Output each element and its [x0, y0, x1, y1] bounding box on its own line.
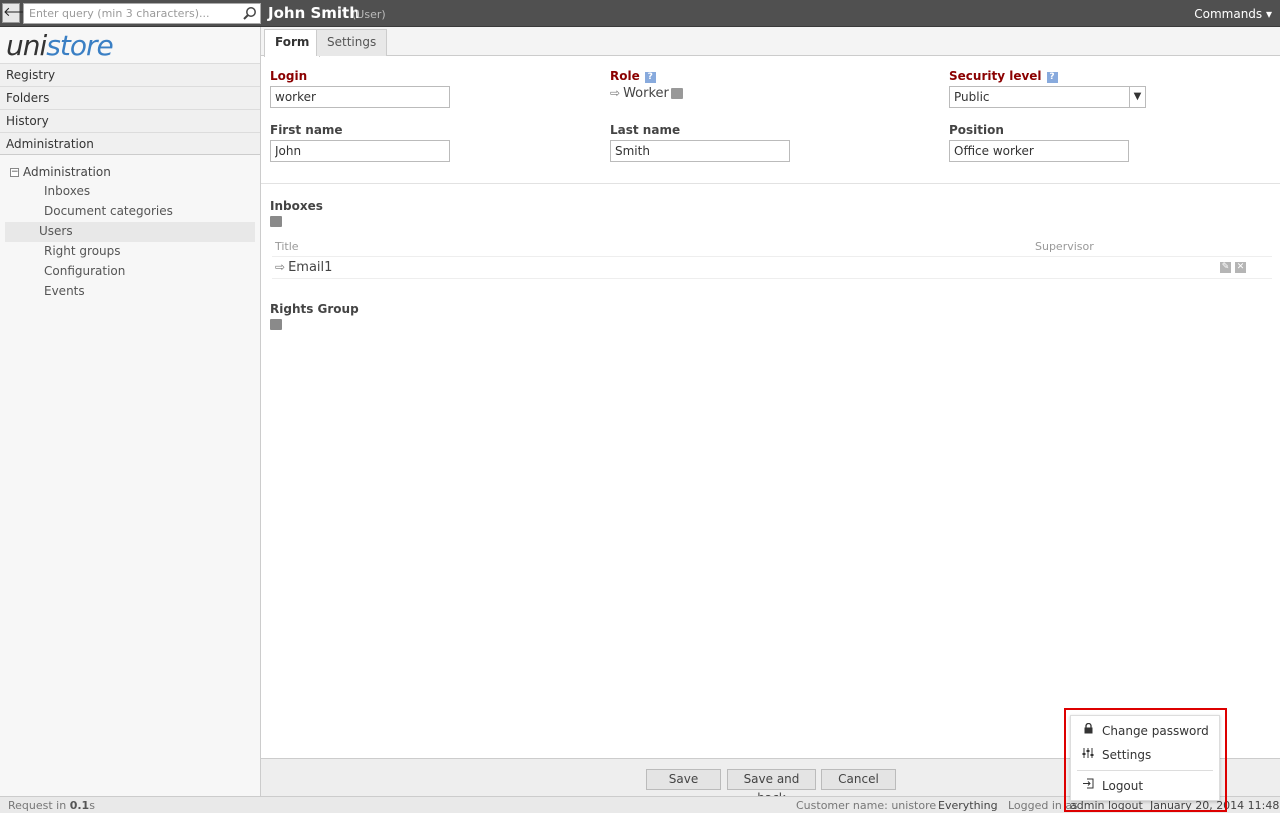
table-row: ⇨ Email1 ✎ ✕: [272, 256, 1272, 279]
menu-settings-label: Settings: [1102, 748, 1152, 762]
search-box: [23, 3, 261, 24]
help-icon[interactable]: ?: [644, 72, 656, 83]
magnifier-icon[interactable]: [270, 216, 282, 227]
save-and-back-button[interactable]: Save and back: [727, 769, 816, 805]
tab-bar: Form Settings: [261, 27, 1280, 57]
save-button[interactable]: Save: [646, 769, 721, 790]
edit-icon[interactable]: ✎: [1220, 262, 1231, 273]
rights-group-title: Rights Group: [270, 302, 359, 316]
magnifier-icon[interactable]: [270, 319, 282, 330]
tree-item-events[interactable]: Events: [5, 282, 255, 302]
request-prefix: Request in: [8, 799, 70, 812]
lock-icon: [1081, 720, 1095, 742]
inbox-title[interactable]: ⇨ Email1: [275, 260, 332, 275]
request-time: Request in 0.1s: [8, 799, 95, 812]
sliders-icon: [1081, 744, 1095, 766]
security-level-select[interactable]: Public ▼: [949, 86, 1146, 108]
section-divider: [261, 183, 1280, 184]
commands-menu-button[interactable]: Commands ▾: [1194, 7, 1272, 21]
menu-change-password-label: Change password: [1102, 724, 1209, 738]
role-value-text[interactable]: Worker: [623, 86, 669, 101]
help-icon[interactable]: ?: [1046, 72, 1058, 83]
tab-settings[interactable]: Settings: [316, 29, 388, 56]
search-input[interactable]: [24, 4, 239, 23]
position-label: Position: [949, 123, 1004, 137]
admin-tree: − Administration Inboxes Document categor…: [0, 155, 260, 302]
tree-root-administration[interactable]: − Administration: [0, 163, 260, 182]
link-arrow-icon: ⇨: [275, 260, 286, 274]
logout-icon: [1081, 775, 1095, 797]
menu-settings[interactable]: Settings: [1071, 744, 1221, 766]
role-label: Role?: [610, 69, 683, 83]
last-name-field: Last name: [610, 123, 790, 162]
main-panel: Form Settings Login Role? ⇨Worker Securi…: [261, 27, 1280, 758]
tab-form[interactable]: Form: [264, 29, 321, 57]
page-title: John Smith: [268, 4, 360, 22]
close-icon[interactable]: ✕: [1235, 262, 1246, 273]
column-title: Title: [275, 240, 299, 253]
column-supervisor: Supervisor: [1035, 240, 1094, 253]
sidebar: unistore Registry Folders History Admini…: [0, 27, 261, 796]
tree-item-users[interactable]: Users: [5, 222, 255, 242]
customer-name: Customer name: unistore: [796, 799, 937, 812]
security-level-label: Security level?: [949, 69, 1146, 83]
position-input[interactable]: [949, 140, 1129, 162]
search-icon[interactable]: [242, 6, 257, 21]
request-suffix: s: [89, 799, 95, 812]
role-value: ⇨ Worker: [610, 86, 683, 101]
security-label-text: Security level: [949, 69, 1042, 83]
tree-item-document-categories[interactable]: Document categories: [5, 202, 255, 222]
user-menu: Change password Settings Logout: [1070, 715, 1220, 801]
tree-item-right-groups[interactable]: Right groups: [5, 242, 255, 262]
inboxes-title: Inboxes: [270, 199, 323, 213]
nav-history[interactable]: History: [0, 109, 260, 132]
scope-selector[interactable]: Everything: [938, 799, 998, 812]
request-time-value: 0.1: [69, 799, 90, 812]
first-name-input[interactable]: [270, 140, 450, 162]
login-field: Login: [270, 69, 450, 108]
security-level-field: Security level? Public ▼: [949, 69, 1146, 108]
position-field: Position: [949, 123, 1129, 162]
top-bar: 🡐 John Smith (User) Commands ▾: [0, 0, 1280, 27]
nav-folders[interactable]: Folders: [0, 86, 260, 109]
last-name-label: Last name: [610, 123, 681, 137]
nav-administration[interactable]: Administration: [0, 132, 260, 155]
first-name-field: First name: [270, 123, 450, 162]
link-arrow-icon: ⇨: [610, 86, 621, 100]
login-input[interactable]: [270, 86, 450, 108]
first-name-label: First name: [270, 123, 343, 137]
last-name-input[interactable]: [610, 140, 790, 162]
logo-uni: uni: [6, 29, 47, 62]
tree-item-inboxes[interactable]: Inboxes: [5, 182, 255, 202]
menu-divider: [1077, 770, 1213, 771]
user-menu-highlight: Change password Settings Logout: [1064, 708, 1227, 812]
unistore-logo[interactable]: unistore: [0, 27, 260, 63]
magnifier-icon[interactable]: [670, 88, 683, 99]
inbox-title-text: Email1: [288, 260, 333, 275]
login-label: Login: [270, 69, 308, 83]
logo-store: store: [46, 29, 113, 62]
menu-logout[interactable]: Logout: [1071, 775, 1221, 797]
role-label-text: Role: [610, 69, 640, 83]
security-level-value: Public: [954, 90, 990, 104]
menu-logout-label: Logout: [1102, 779, 1144, 793]
role-field: Role? ⇨ Worker: [610, 69, 683, 101]
menu-change-password[interactable]: Change password: [1071, 720, 1221, 742]
tree-item-configuration[interactable]: Configuration: [5, 262, 255, 282]
nav-registry[interactable]: Registry: [0, 63, 260, 86]
page-subtitle: (User): [352, 8, 386, 21]
tree-root-label: Administration: [23, 165, 111, 179]
chevron-down-icon[interactable]: ▼: [1129, 87, 1145, 107]
back-arrow-icon[interactable]: 🡐: [2, 3, 38, 23]
collapse-icon[interactable]: −: [10, 168, 19, 177]
cancel-button[interactable]: Cancel: [821, 769, 896, 790]
